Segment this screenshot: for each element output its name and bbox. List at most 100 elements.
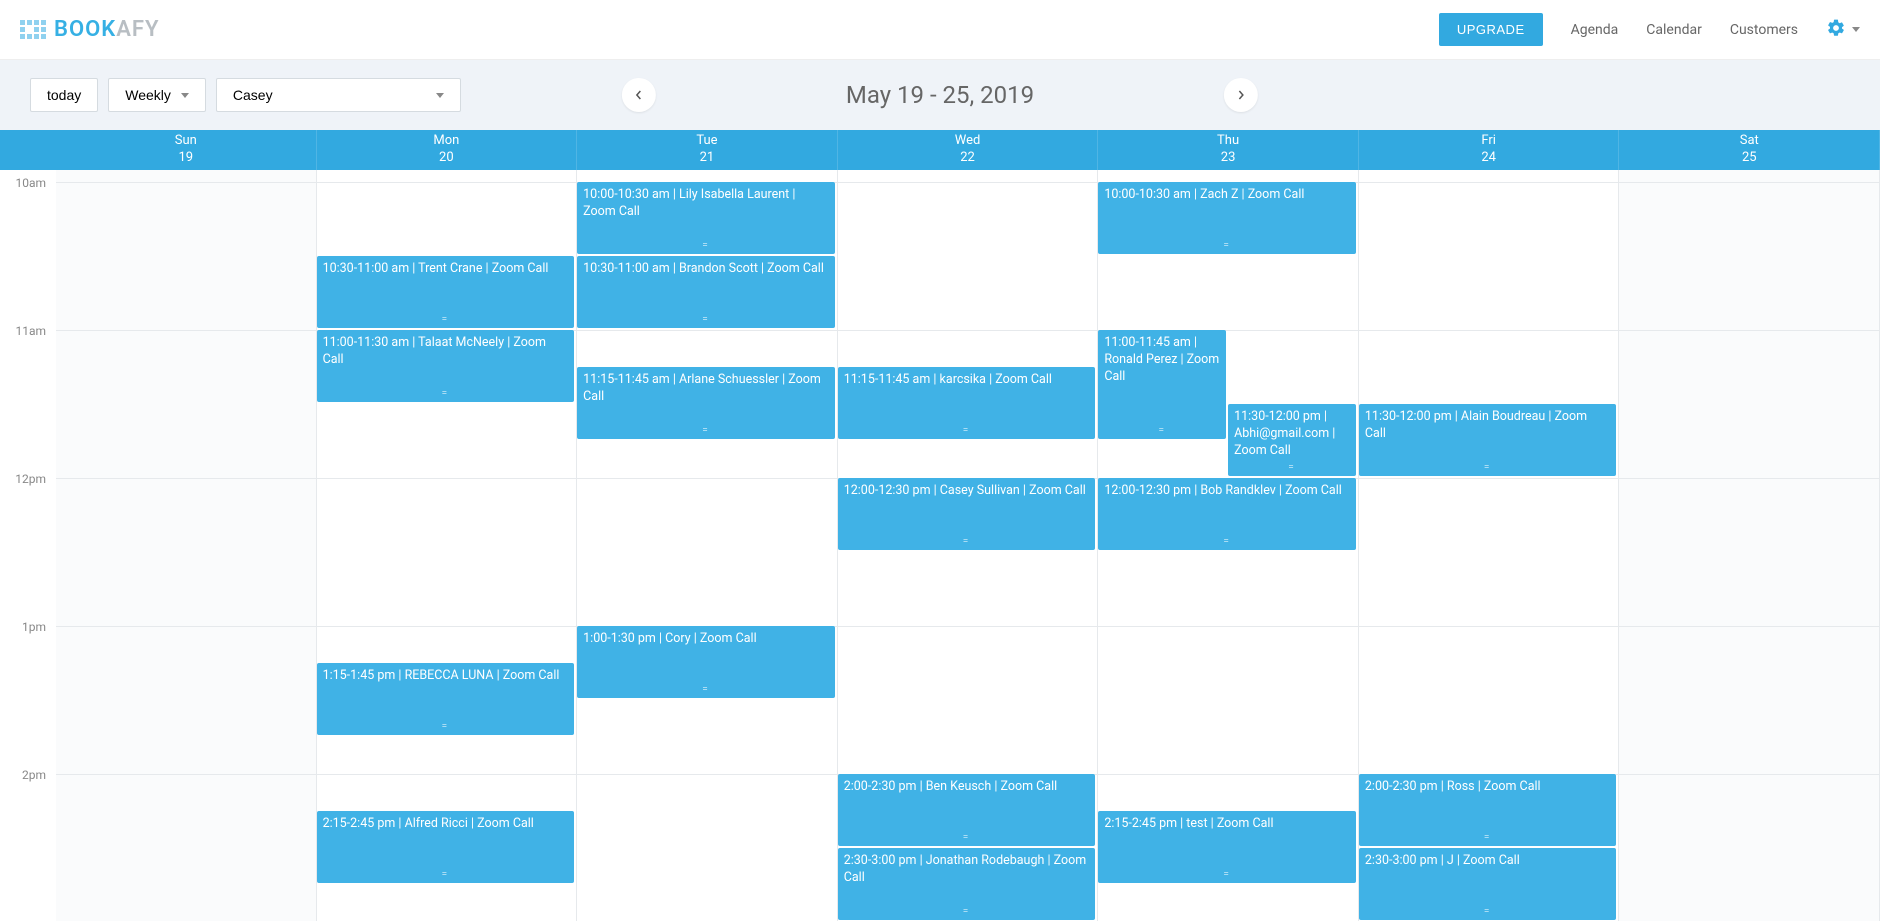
chevron-left-icon bbox=[634, 90, 644, 100]
resize-handle-icon[interactable]: = bbox=[1223, 535, 1231, 549]
calendar-event[interactable]: 10:00-10:30 am | Lily Isabella Laurent |… bbox=[577, 182, 835, 254]
chevron-right-icon bbox=[1236, 90, 1246, 100]
calendar-event[interactable]: 2:30-3:00 pm | Jonathan Rodebaugh | Zoom… bbox=[838, 848, 1096, 920]
day-header: Wed22 bbox=[838, 130, 1099, 170]
day-column[interactable]: 10:00-10:30 am | Zach Z | Zoom Call = 11:0… bbox=[1098, 170, 1359, 921]
brand-logo[interactable]: BOOKAFY bbox=[20, 17, 160, 42]
calendar-event[interactable]: 12:00-12:30 pm | Casey Sullivan | Zoom C… bbox=[838, 478, 1096, 550]
next-week-button[interactable] bbox=[1224, 78, 1258, 112]
calendar-event[interactable]: 2:15-2:45 pm | test | Zoom Call = bbox=[1098, 811, 1356, 883]
calendar-event[interactable]: 2:30-3:00 pm | J | Zoom Call = bbox=[1359, 848, 1617, 920]
event-title: 10:30-11:00 am | Trent Crane | Zoom Call bbox=[323, 261, 569, 278]
event-title: 2:15-2:45 pm | test | Zoom Call bbox=[1104, 816, 1350, 833]
resize-handle-icon[interactable]: = bbox=[1484, 905, 1492, 919]
calendar-event[interactable]: 1:15-1:45 pm | REBECCA LUNA | Zoom Call = bbox=[317, 663, 575, 735]
day-column[interactable] bbox=[1619, 170, 1880, 921]
day-header: Sun19 bbox=[56, 130, 317, 170]
resize-handle-icon[interactable]: = bbox=[963, 424, 971, 438]
resize-handle-icon[interactable]: = bbox=[963, 831, 971, 845]
day-header: Fri24 bbox=[1359, 130, 1620, 170]
resize-handle-icon[interactable]: = bbox=[442, 387, 450, 401]
time-label: 12pm bbox=[15, 472, 46, 486]
calendar-event[interactable]: 10:00-10:30 am | Zach Z | Zoom Call = bbox=[1098, 182, 1356, 254]
calendar-event[interactable]: 1:00-1:30 pm | Cory | Zoom Call = bbox=[577, 626, 835, 698]
event-title: 11:00-11:45 am | Ronald Perez | Zoom Cal… bbox=[1104, 335, 1220, 386]
resize-handle-icon[interactable]: = bbox=[702, 424, 710, 438]
caret-down-icon bbox=[436, 93, 444, 98]
event-title: 10:30-11:00 am | Brandon Scott | Zoom Ca… bbox=[583, 261, 829, 278]
calendar-event[interactable]: 2:00-2:30 pm | Ben Keusch | Zoom Call = bbox=[838, 774, 1096, 846]
calendar-grid: 10am11am12pm1pm2pm 10:30-11:00 am | Tren… bbox=[0, 170, 1880, 921]
event-title: 12:00-12:30 pm | Casey Sullivan | Zoom C… bbox=[844, 483, 1090, 500]
resize-handle-icon[interactable]: = bbox=[963, 905, 971, 919]
event-title: 2:30-3:00 pm | Jonathan Rodebaugh | Zoom… bbox=[844, 853, 1090, 887]
user-select[interactable]: Casey bbox=[216, 78, 461, 112]
resize-handle-icon[interactable]: = bbox=[1223, 239, 1231, 253]
prev-week-button[interactable] bbox=[622, 78, 656, 112]
logo-text: BOOKAFY bbox=[54, 17, 160, 42]
time-label: 11am bbox=[15, 324, 46, 338]
event-title: 2:00-2:30 pm | Ross | Zoom Call bbox=[1365, 779, 1611, 796]
calendar-event[interactable]: 10:30-11:00 am | Trent Crane | Zoom Call… bbox=[317, 256, 575, 328]
caret-down-icon bbox=[1852, 27, 1860, 32]
resize-handle-icon[interactable]: = bbox=[442, 868, 450, 882]
day-header: Sat25 bbox=[1619, 130, 1880, 170]
calendar-event[interactable]: 11:00-11:45 am | Ronald Perez | Zoom Cal… bbox=[1098, 330, 1226, 439]
calendar-event[interactable]: 11:30-12:00 pm | Abhi@gmail.com | Zoom C… bbox=[1228, 404, 1356, 476]
event-title: 1:15-1:45 pm | REBECCA LUNA | Zoom Call bbox=[323, 668, 569, 685]
upgrade-button[interactable]: UPGRADE bbox=[1439, 13, 1543, 46]
event-title: 11:15-11:45 am | karcsika | Zoom Call bbox=[844, 372, 1090, 389]
day-column[interactable] bbox=[56, 170, 317, 921]
event-title: 11:30-12:00 pm | Abhi@gmail.com | Zoom C… bbox=[1234, 409, 1350, 460]
day-column[interactable]: 11:15-11:45 am | karcsika | Zoom Call = 12… bbox=[838, 170, 1099, 921]
calendar-event[interactable]: 12:00-12:30 pm | Bob Randklev | Zoom Cal… bbox=[1098, 478, 1356, 550]
day-header: Thu23 bbox=[1098, 130, 1359, 170]
calendar-event[interactable]: 11:15-11:45 am | karcsika | Zoom Call = bbox=[838, 367, 1096, 439]
event-title: 12:00-12:30 pm | Bob Randklev | Zoom Cal… bbox=[1104, 483, 1350, 500]
event-title: 11:00-11:30 am | Talaat McNeely | Zoom C… bbox=[323, 335, 569, 369]
nav-calendar[interactable]: Calendar bbox=[1646, 22, 1702, 38]
resize-handle-icon[interactable]: = bbox=[1484, 831, 1492, 845]
logo-icon bbox=[20, 20, 46, 39]
resize-handle-icon[interactable]: = bbox=[1288, 461, 1296, 475]
gear-icon bbox=[1826, 18, 1846, 42]
calendar-event[interactable]: 11:30-12:00 pm | Alain Boudreau | Zoom C… bbox=[1359, 404, 1617, 476]
settings-menu[interactable] bbox=[1826, 18, 1860, 42]
time-label: 2pm bbox=[22, 768, 46, 782]
calendar-event[interactable]: 10:30-11:00 am | Brandon Scott | Zoom Ca… bbox=[577, 256, 835, 328]
day-header: Tue21 bbox=[577, 130, 838, 170]
nav-agenda[interactable]: Agenda bbox=[1571, 22, 1619, 38]
event-title: 2:30-3:00 pm | J | Zoom Call bbox=[1365, 853, 1611, 870]
event-title: 10:00-10:30 am | Lily Isabella Laurent |… bbox=[583, 187, 829, 221]
app-header: BOOKAFY UPGRADE Agenda Calendar Customer… bbox=[0, 0, 1880, 60]
event-title: 11:15-11:45 am | Arlane Schuessler | Zoo… bbox=[583, 372, 829, 406]
calendar-event[interactable]: 11:15-11:45 am | Arlane Schuessler | Zoo… bbox=[577, 367, 835, 439]
calendar-event[interactable]: 2:15-2:45 pm | Alfred Ricci | Zoom Call= bbox=[317, 811, 575, 883]
resize-handle-icon[interactable]: = bbox=[702, 239, 710, 253]
resize-handle-icon[interactable]: = bbox=[702, 313, 710, 327]
calendar-event[interactable]: 11:00-11:30 am | Talaat McNeely | Zoom C… bbox=[317, 330, 575, 402]
day-column[interactable]: 10:00-10:30 am | Lily Isabella Laurent |… bbox=[577, 170, 838, 921]
event-title: 11:30-12:00 pm | Alain Boudreau | Zoom C… bbox=[1365, 409, 1611, 443]
today-button[interactable]: today bbox=[30, 78, 98, 112]
calendar-toolbar: today Weekly Casey May 19 - 25, 2019 bbox=[0, 60, 1880, 130]
grid-body: 10:30-11:00 am | Trent Crane | Zoom Call… bbox=[56, 170, 1880, 921]
time-label: 1pm bbox=[22, 620, 46, 634]
day-header-row: Sun19Mon20Tue21Wed22Thu23Fri24Sat25 bbox=[0, 130, 1880, 170]
day-column[interactable]: 11:30-12:00 pm | Alain Boudreau | Zoom C… bbox=[1359, 170, 1620, 921]
resize-handle-icon[interactable]: = bbox=[1223, 868, 1231, 882]
day-column[interactable]: 10:30-11:00 am | Trent Crane | Zoom Call… bbox=[317, 170, 578, 921]
view-select[interactable]: Weekly bbox=[108, 78, 206, 112]
resize-handle-icon[interactable]: = bbox=[1158, 424, 1166, 438]
resize-handle-icon[interactable]: = bbox=[702, 683, 710, 697]
day-header: Mon20 bbox=[317, 130, 578, 170]
resize-handle-icon[interactable]: = bbox=[1484, 461, 1492, 475]
calendar-event[interactable]: 2:00-2:30 pm | Ross | Zoom Call = bbox=[1359, 774, 1617, 846]
nav-customers[interactable]: Customers bbox=[1730, 22, 1798, 38]
event-title: 2:00-2:30 pm | Ben Keusch | Zoom Call bbox=[844, 779, 1090, 796]
event-title: 1:00-1:30 pm | Cory | Zoom Call bbox=[583, 631, 829, 648]
resize-handle-icon[interactable]: = bbox=[442, 313, 450, 327]
event-title: 10:00-10:30 am | Zach Z | Zoom Call bbox=[1104, 187, 1350, 204]
resize-handle-icon[interactable]: = bbox=[442, 720, 450, 734]
resize-handle-icon[interactable]: = bbox=[963, 535, 971, 549]
